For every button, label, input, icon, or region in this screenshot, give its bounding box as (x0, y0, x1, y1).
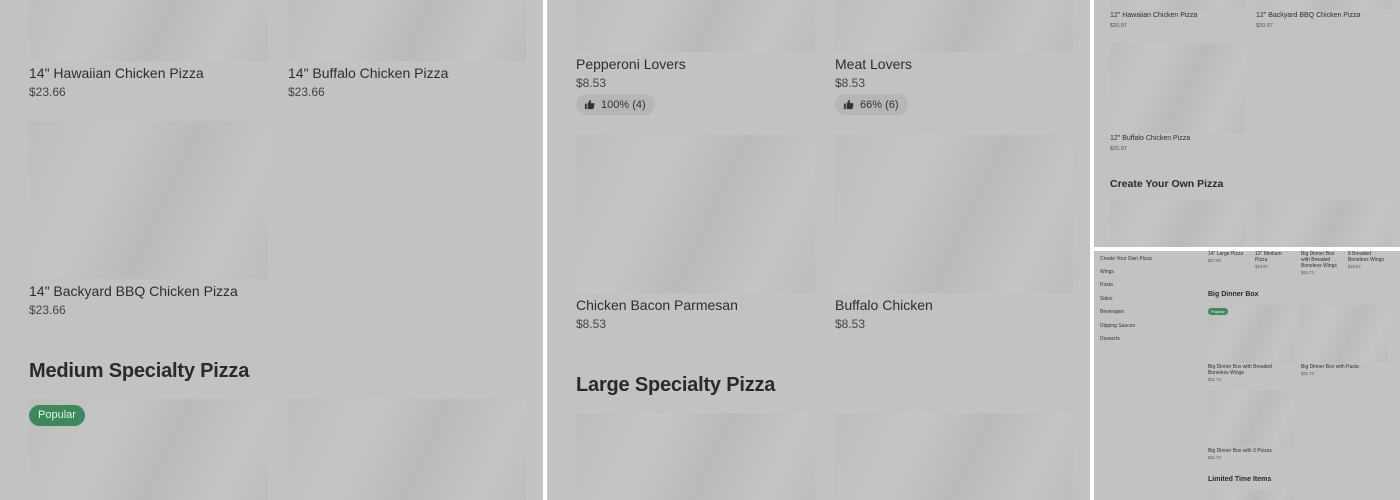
item-image[interactable] (1110, 0, 1245, 10)
rating-text: 66% (6) (860, 98, 899, 111)
item-price: $31.73 (1301, 270, 1314, 275)
item-price: $8.53 (835, 76, 866, 90)
item-image[interactable] (576, 0, 815, 52)
item-name[interactable]: 12" Buffalo Chicken Pizza (1110, 135, 1190, 142)
category-nav-item[interactable]: Beverages (1100, 309, 1124, 315)
item-image[interactable] (288, 399, 526, 500)
category-nav-item[interactable]: Desserts (1100, 336, 1120, 342)
item-image[interactable] (29, 0, 268, 61)
item-price: $20.97 (1256, 23, 1273, 29)
thumbs-up-icon (843, 99, 854, 110)
item-image[interactable] (29, 121, 268, 279)
popular-badge: Popular (1208, 308, 1228, 315)
item-image[interactable] (835, 135, 1073, 293)
thumbs-up-icon (584, 99, 595, 110)
rating-badge: 66% (6) (835, 94, 908, 115)
item-price: $31.73 (1208, 455, 1221, 460)
item-price: $23.66 (29, 303, 66, 317)
item-name[interactable]: 12" Backyard BBQ Chicken Pizza (1256, 12, 1360, 19)
item-image[interactable] (1256, 200, 1391, 247)
item-name[interactable]: 12" Hawaiian Chicken Pizza (1110, 12, 1197, 19)
category-nav-item[interactable]: Dipping Sauces (1100, 323, 1135, 329)
section-title: Limited Time Items (1208, 476, 1272, 483)
item-name[interactable]: 14" Backyard BBQ Chicken Pizza (29, 283, 238, 299)
item-price: $10.97 (1348, 264, 1361, 269)
item-price: $20.97 (1110, 146, 1127, 152)
item-price: $8.53 (576, 76, 607, 90)
item-name[interactable]: Big Dinner Box with Breaded Boneless Win… (1208, 364, 1278, 376)
item-name[interactable]: Big Dinner Box with Breaded Boneless Win… (1301, 251, 1341, 269)
item-name[interactable]: 14" Large Pizza (1208, 251, 1248, 257)
item-name[interactable]: 8 Breaded Boneless Wings (1348, 251, 1390, 263)
category-nav-item[interactable]: Create Your Own Pizza (1100, 256, 1152, 262)
item-name[interactable]: Big Dinner Box with 3 Pizzas (1208, 448, 1294, 454)
item-image[interactable] (576, 413, 815, 500)
menu-panel-3: 12" Hawaiian Chicken Pizza $20.97 12" Ba… (1094, 0, 1400, 247)
item-name[interactable]: Big Dinner Box with Pasta (1301, 364, 1388, 370)
item-price: $31.73 (1301, 371, 1314, 376)
item-price: $8.53 (576, 317, 607, 331)
item-image[interactable] (1208, 390, 1294, 447)
item-image[interactable] (1256, 0, 1391, 10)
popular-badge: Popular (29, 405, 85, 426)
item-image[interactable] (1110, 43, 1245, 133)
category-nav-item[interactable]: Sides (1100, 296, 1113, 302)
item-image[interactable] (576, 135, 815, 293)
item-price: $24.97 (1255, 264, 1268, 269)
item-price: $8.53 (835, 317, 866, 331)
item-image[interactable] (1110, 200, 1245, 247)
section-title: Big Dinner Box (1208, 291, 1259, 298)
section-title: Large Specialty Pizza (576, 374, 776, 396)
item-name[interactable]: Pepperoni Lovers (576, 56, 686, 72)
item-name[interactable]: 14" Hawaiian Chicken Pizza (29, 65, 204, 81)
item-image[interactable] (835, 413, 1073, 500)
item-name[interactable]: Chicken Bacon Parmesan (576, 297, 738, 313)
item-name[interactable]: Buffalo Chicken (835, 297, 933, 313)
item-image[interactable] (288, 0, 526, 61)
menu-panel-1: 14" Hawaiian Chicken Pizza $23.66 14" Bu… (0, 0, 543, 500)
item-name[interactable]: 12" Medium Pizza (1255, 251, 1291, 263)
menu-panel-4: Create Your Own Pizza Wings Pasta Sides … (1094, 251, 1400, 500)
category-nav-item[interactable]: Pasta (1100, 282, 1113, 288)
section-title: Create Your Own Pizza (1110, 178, 1224, 190)
item-price: $31.73 (1208, 377, 1221, 382)
item-price: $23.66 (29, 85, 66, 99)
rating-badge: 100% (4) (576, 94, 655, 115)
item-image[interactable] (835, 0, 1073, 52)
item-name[interactable]: Meat Lovers (835, 56, 912, 72)
item-price: $27.98 (1208, 258, 1221, 263)
item-price: $20.97 (1110, 23, 1127, 29)
menu-panel-2: Pepperoni Lovers $8.53 100% (4) Meat Lov… (547, 0, 1090, 500)
section-title: Medium Specialty Pizza (29, 360, 250, 382)
category-nav-item[interactable]: Wings (1100, 269, 1114, 275)
item-image[interactable] (1301, 305, 1388, 363)
rating-text: 100% (4) (601, 98, 646, 111)
item-price: $23.66 (288, 85, 325, 99)
item-image[interactable] (1208, 490, 1294, 500)
item-name[interactable]: 14" Buffalo Chicken Pizza (288, 65, 448, 81)
